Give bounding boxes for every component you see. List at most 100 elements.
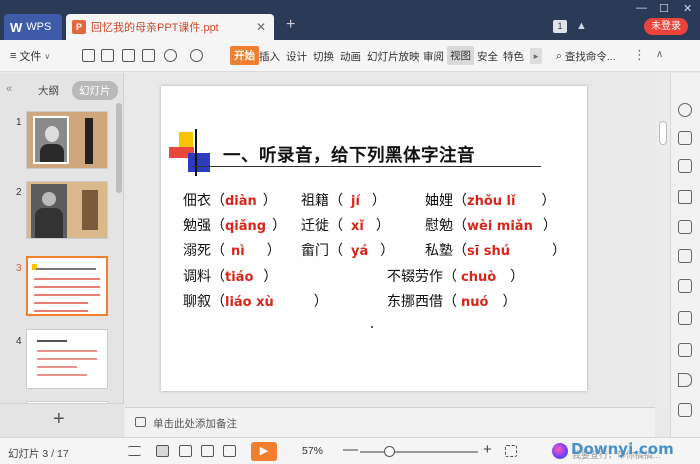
copy-icon[interactable]: [678, 131, 692, 145]
sorter-view-icon[interactable]: [179, 445, 192, 457]
menu-icon[interactable]: [128, 446, 141, 456]
preview-icon[interactable]: [142, 49, 155, 62]
portrait-image: [33, 116, 69, 164]
exercise-item: 妯娌（zhǒu lǐ）: [425, 193, 556, 209]
tab-view[interactable]: 视图: [447, 46, 474, 65]
command-search[interactable]: ⌕ 查找命令...: [556, 49, 616, 64]
slide-thumbnail[interactable]: [26, 329, 108, 389]
tab-slideshow[interactable]: 幻灯片放映: [367, 49, 420, 64]
settings-icon[interactable]: [678, 103, 692, 117]
zoom-slider-handle[interactable]: [384, 446, 395, 457]
add-slide-button[interactable]: +: [53, 408, 65, 431]
scrollbar-thumb[interactable]: [659, 121, 667, 145]
save-icon[interactable]: [82, 49, 95, 62]
panel-tabs: « 大纲 幻灯片: [0, 81, 124, 101]
exercise-item: 祖籍（ jí）: [301, 193, 386, 209]
wps-home-tab[interactable]: W WPS: [4, 14, 62, 40]
canvas-scrollbar[interactable]: [656, 73, 670, 407]
fit-window-icon[interactable]: [505, 445, 517, 457]
redo-icon[interactable]: [190, 49, 203, 62]
tab-home[interactable]: 开始: [230, 46, 259, 65]
title-bar: W WPS P 回忆我的母亲PPT课件.ppt ✕ + 1 ▲ — ☐ ✕ 未登…: [0, 0, 700, 40]
notes-view-icon[interactable]: [223, 445, 236, 457]
exercise-item: 勉强（qiǎng）: [183, 218, 287, 234]
zoom-slider-track[interactable]: [360, 451, 478, 453]
minimize-icon[interactable]: —: [636, 2, 647, 14]
exercise-item: 调料（tiáo）: [183, 269, 278, 285]
slide-thumbnail[interactable]: [26, 181, 108, 239]
export-icon[interactable]: [101, 49, 114, 62]
ppt-file-icon: P: [72, 20, 86, 34]
search-icon: ⌕: [556, 50, 562, 62]
new-tab-button[interactable]: +: [286, 17, 295, 33]
exercise-item: 不辍劳作（ chuò）: [387, 269, 525, 285]
document-tab-label: 回忆我的母亲PPT课件.ppt: [91, 22, 219, 34]
print-icon[interactable]: [122, 49, 135, 62]
tab-review[interactable]: 审阅: [423, 49, 444, 64]
exercise-item: 溺死（ nì）: [183, 243, 281, 259]
slide-panel: « 大纲 幻灯片 1 2 3 4 +: [0, 73, 124, 437]
watermark: Downyi.com: [571, 440, 674, 458]
slide-thumbnail-current[interactable]: [26, 256, 108, 316]
exercise-item: 迁徙（ xǐ）: [301, 218, 390, 234]
sliders-icon[interactable]: [678, 190, 692, 204]
cloud-icon[interactable]: [678, 311, 692, 325]
exercise-item: 聊叙（liáo xù）: [183, 294, 328, 310]
current-slide[interactable]: 一、听录音，给下列黑体字注音 佃衣（diàn） 祖籍（ jí） 妯娌（zhǒu l…: [161, 86, 587, 391]
tab-features[interactable]: 特色: [503, 49, 524, 64]
tab-animation[interactable]: 动画: [340, 49, 361, 64]
wps-tab-label: WPS: [26, 21, 52, 33]
reading-view-icon[interactable]: [201, 445, 214, 457]
more-tabs-icon[interactable]: ▸: [530, 48, 542, 64]
normal-view-icon[interactable]: [156, 445, 169, 457]
exercise-item: 佃衣（diàn）: [183, 193, 277, 209]
close-tab-icon[interactable]: ✕: [256, 20, 266, 34]
tab-design[interactable]: 设计: [286, 49, 307, 64]
tab-insert[interactable]: 插入: [259, 49, 280, 64]
panel-scrollbar[interactable]: [116, 103, 122, 193]
exercise-item: 东挪西借（ nuó）: [387, 294, 517, 310]
play-slideshow-button[interactable]: ▶: [251, 442, 277, 461]
window-count-badge[interactable]: 1: [553, 20, 567, 33]
zoom-in-button[interactable]: +: [483, 441, 492, 458]
ribbon-toolbar: ≡ 文件 ∨ 开始 插入 设计 切换 动画 幻灯片放映 审阅 视图 安全 特色 …: [0, 40, 700, 72]
tab-security[interactable]: 安全: [477, 49, 498, 64]
tab-outline[interactable]: 大纲: [38, 83, 59, 98]
chevron-down-icon: ∨: [44, 51, 51, 61]
add-slide-area: +: [0, 403, 124, 437]
shapes-icon[interactable]: [678, 159, 692, 173]
close-window-icon[interactable]: ✕: [683, 2, 692, 15]
transform-icon[interactable]: [678, 279, 692, 293]
tab-slides[interactable]: 幻灯片: [72, 81, 118, 100]
maximize-icon[interactable]: ☐: [659, 2, 669, 15]
image-icon[interactable]: [678, 343, 692, 357]
exercise-item: 慰勉（wèi miǎn）: [425, 218, 557, 234]
tab-transition[interactable]: 切换: [313, 49, 334, 64]
collapse-icon[interactable]: ▲: [576, 20, 587, 32]
slide-number: 1: [16, 117, 22, 128]
pen-icon[interactable]: [678, 220, 692, 234]
play-icon: ▶: [259, 445, 269, 457]
document-tab[interactable]: P 回忆我的母亲PPT课件.ppt ✕: [66, 14, 274, 40]
chevron-up-icon[interactable]: ∧: [656, 49, 663, 60]
notes-icon: [135, 417, 146, 427]
undo-icon[interactable]: [164, 49, 177, 62]
collapse-panel-icon[interactable]: «: [6, 83, 12, 95]
zoom-out-button[interactable]: —: [343, 441, 358, 458]
ai-assistant-icon[interactable]: [552, 443, 568, 459]
file-menu-button[interactable]: ≡ 文件 ∨: [10, 48, 50, 64]
notes-pane[interactable]: 单击此处添加备注: [125, 407, 655, 437]
slide-number: 2: [16, 187, 22, 198]
command-search-label: 查找命令...: [564, 51, 616, 63]
layout-icon[interactable]: [678, 249, 692, 263]
more-options-icon[interactable]: ⋮: [633, 47, 646, 63]
slide-thumbnail[interactable]: [26, 111, 108, 169]
login-button[interactable]: 未登录: [644, 18, 688, 35]
share-icon[interactable]: [678, 403, 692, 417]
volume-icon[interactable]: [678, 373, 692, 387]
status-bar: 幻灯片 3 / 17 ▶ 57% — + 我要登行，带你搞搞... Downyi…: [0, 437, 700, 464]
exercise-item: 私塾（sī shú）: [425, 243, 566, 259]
stray-dot: [371, 326, 373, 328]
zoom-level[interactable]: 57%: [302, 445, 323, 457]
slide-canvas: 一、听录音，给下列黑体字注音 佃衣（diàn） 祖籍（ jí） 妯娌（zhǒu l…: [125, 73, 655, 407]
